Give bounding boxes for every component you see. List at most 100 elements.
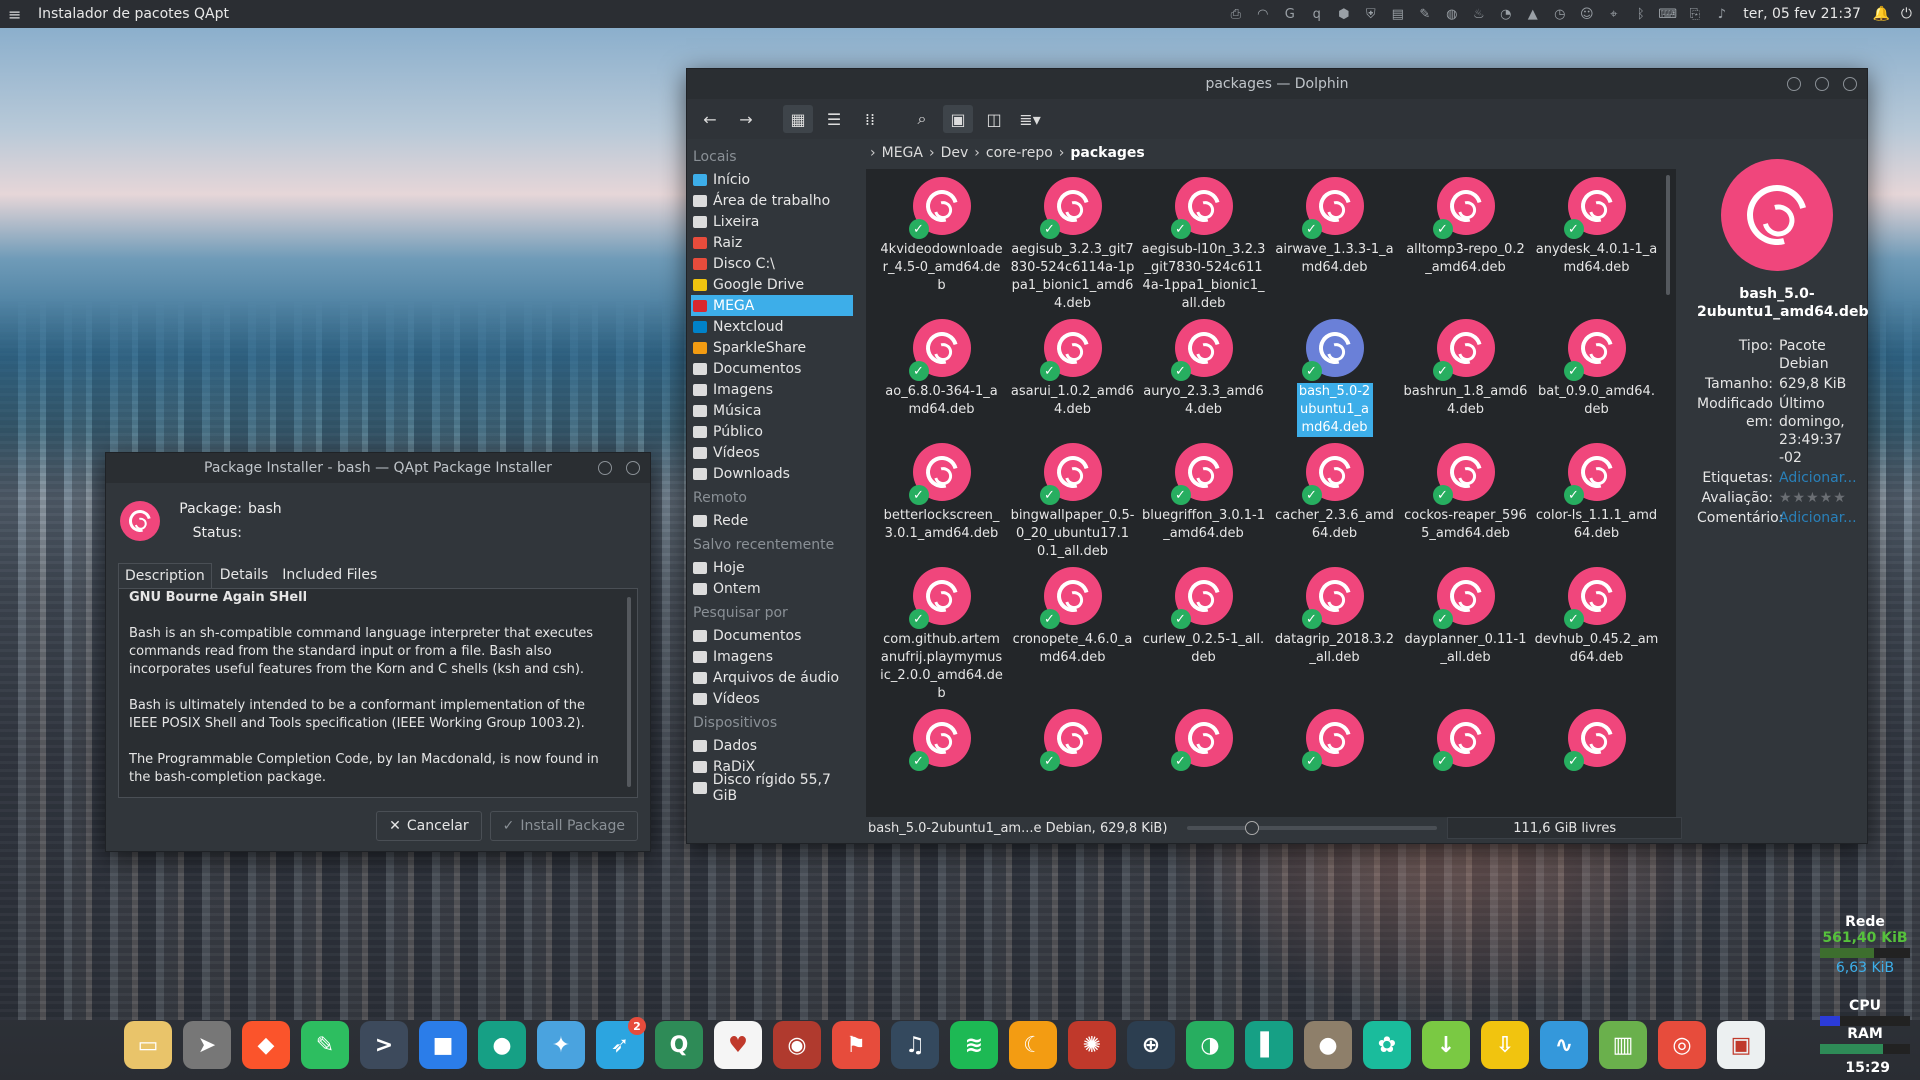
qb-icon[interactable]: q <box>1303 7 1330 22</box>
zoom-slider-knob[interactable] <box>1245 821 1260 835</box>
file-item[interactable]: ✓ ao_6.8.0-364-1_amd64.deb <box>876 319 1007 437</box>
file-item[interactable]: ✓ bashrun_1.8_amd64.deb <box>1400 319 1531 437</box>
zoom-slider[interactable] <box>1187 821 1438 835</box>
places-item[interactable]: Downloads <box>691 463 857 484</box>
clip-icon[interactable]: ⎘ <box>1681 7 1708 22</box>
places-item[interactable]: Lixeira <box>691 211 857 232</box>
places-item[interactable]: Início <box>691 169 857 190</box>
close-button[interactable] <box>1843 77 1857 91</box>
file-item[interactable]: ✓ <box>1400 709 1531 773</box>
breadcrumb-item[interactable]: MEGA <box>882 145 923 161</box>
cube-app-icon[interactable]: ■ <box>419 1021 467 1069</box>
tab-included-files[interactable]: Included Files <box>276 563 383 588</box>
qapt-help-button[interactable] <box>598 461 612 475</box>
terminal-app-icon[interactable]: > <box>360 1021 408 1069</box>
icons-view-icon[interactable]: ▦ <box>783 105 813 133</box>
file-item[interactable]: ✓ auryo_2.3.3_amd64.deb <box>1138 319 1269 437</box>
maximize-button[interactable] <box>1815 77 1829 91</box>
g-icon[interactable]: G <box>1276 7 1303 22</box>
bluetooth-icon[interactable]: ᛒ <box>1627 7 1654 22</box>
file-item[interactable]: ✓ dayplanner_0.11-1_all.deb <box>1400 567 1531 703</box>
discord-app-icon[interactable]: ● <box>478 1021 526 1069</box>
telegram-app-icon[interactable]: ➶ 2 <box>596 1017 646 1069</box>
qbittorrent-app-icon[interactable]: Q <box>655 1021 703 1069</box>
cancel-button[interactable]: ✕ Cancelar <box>376 811 482 841</box>
places-item[interactable]: Vídeos <box>691 442 857 463</box>
pen-icon[interactable]: ✎ <box>1411 7 1438 22</box>
forward-arrow-icon[interactable]: → <box>731 105 761 133</box>
places-item[interactable]: Público <box>691 421 857 442</box>
icon-view[interactable]: ✓ 4kvideodownloader_4.5-0_amd64.deb ✓ aegis… <box>866 169 1676 817</box>
menu-icon[interactable]: ≣▾ <box>1015 105 1045 133</box>
file-item[interactable]: ✓ alltomp3-repo_0.2_amd64.deb <box>1400 177 1531 313</box>
file-item[interactable]: ✓ bat_0.9.0_amd64.deb <box>1531 319 1662 437</box>
help-app-icon[interactable]: ◎ <box>1658 1021 1706 1069</box>
places-item[interactable]: Disco C:\ <box>691 253 857 274</box>
places-item[interactable]: Arquivos de áudio <box>691 667 857 688</box>
brave-app-icon[interactable]: ◆ <box>242 1021 290 1069</box>
places-item[interactable]: Imagens <box>691 379 857 400</box>
file-item[interactable]: ✓ datagrip_2018.3.2_all.deb <box>1269 567 1400 703</box>
vertical-scrollbar[interactable] <box>1666 175 1670 295</box>
places-item[interactable]: Música <box>691 400 857 421</box>
file-item[interactable]: ✓ asarui_1.0.2_amd64.deb <box>1007 319 1138 437</box>
places-item[interactable]: Documentos <box>691 625 857 646</box>
shield-icon[interactable]: ⛨ <box>1357 7 1384 22</box>
search-icon[interactable]: ⌕ <box>907 105 937 133</box>
headphones-app-icon[interactable]: ♫ <box>891 1021 939 1069</box>
browser-app-icon[interactable]: ◑ <box>1186 1021 1234 1069</box>
power-icon[interactable]: ⏻ <box>1901 6 1912 22</box>
file-item[interactable]: ✓ 4kvideodownloader_4.5-0_amd64.deb <box>876 177 1007 313</box>
drive-icon[interactable]: ▲ <box>1519 7 1546 22</box>
file-item[interactable]: ✓ betterlockscreen_3.0.1_amd64.deb <box>876 443 1007 561</box>
file-item[interactable]: ✓ com.github.artemanufrij.playmymusic_2.0… <box>876 567 1007 703</box>
places-item[interactable]: Disco rígido 55,7 GiB <box>691 772 857 804</box>
qapt-titlebar[interactable]: Package Installer - bash — QApt Package … <box>106 453 650 483</box>
file-item[interactable]: ✓ color-ls_1.1.1_amd64.deb <box>1531 443 1662 561</box>
split-view-icon[interactable]: ◫ <box>979 105 1009 133</box>
file-item[interactable]: ✓ aegisub_3.2.3_git7830-524c6114a-1ppa1_b… <box>1007 177 1138 313</box>
flag-app-icon[interactable]: ⚑ <box>832 1021 880 1069</box>
monitor-app-icon[interactable]: ∿ <box>1540 1021 1588 1069</box>
mortal-app-icon[interactable]: ◉ <box>773 1021 821 1069</box>
qapt-close-button[interactable] <box>626 461 640 475</box>
launcher-app-icon[interactable]: ➤ <box>183 1021 231 1069</box>
breadcrumb-item[interactable]: packages <box>1070 145 1144 161</box>
places-item[interactable]: SparkleShare <box>691 337 857 358</box>
details-view-icon[interactable]: ☰ <box>819 105 849 133</box>
add-comment-link[interactable]: Adicionar... <box>1779 509 1857 527</box>
hamburger-menu-icon[interactable]: ≡ <box>8 5 26 24</box>
face-icon[interactable]: ☺ <box>1573 7 1600 22</box>
back-arrow-icon[interactable]: ← <box>695 105 725 133</box>
places-item[interactable]: Imagens <box>691 646 857 667</box>
minimize-button[interactable] <box>1787 77 1801 91</box>
description-text[interactable]: GNU Bourne Again SHell Bash is an sh-com… <box>118 588 638 798</box>
download-app-icon[interactable]: ↓ <box>1422 1021 1470 1069</box>
file-item[interactable]: ✓ <box>1138 709 1269 773</box>
clock-icon[interactable]: ◷ <box>1546 7 1573 22</box>
trash-app-icon[interactable]: ▥ <box>1599 1021 1647 1069</box>
file-item[interactable]: ✓ devhub_0.45.2_amd64.deb <box>1531 567 1662 703</box>
doc-icon[interactable]: ▤ <box>1384 7 1411 22</box>
fire-icon[interactable]: ♨ <box>1465 7 1492 22</box>
chat-icon[interactable]: ◔ <box>1492 7 1519 22</box>
file-item[interactable]: ✓ curlew_0.2.5-1_all.deb <box>1138 567 1269 703</box>
places-item[interactable]: Área de trabalho <box>691 190 857 211</box>
tab-details[interactable]: Details <box>214 563 275 588</box>
description-scrollbar[interactable] <box>627 597 631 787</box>
places-item[interactable]: Google Drive <box>691 274 857 295</box>
places-item[interactable]: MEGA <box>691 295 853 316</box>
evernote-app-icon[interactable]: ✎ <box>301 1021 349 1069</box>
places-item[interactable]: Documentos <box>691 358 857 379</box>
tab-description[interactable]: Description <box>118 563 212 588</box>
network-app-icon[interactable]: ✺ <box>1068 1021 1116 1069</box>
panel-clock[interactable]: ter, 05 fev 21:37 <box>1743 6 1861 22</box>
gear-app-icon[interactable]: ✿ <box>1363 1021 1411 1069</box>
places-item[interactable]: Ontem <box>691 578 857 599</box>
file-item[interactable]: ✓ <box>876 709 1007 773</box>
file-item[interactable]: ✓ anydesk_4.0.1-1_amd64.deb <box>1531 177 1662 313</box>
file-item[interactable]: ✓ cronopete_4.6.0_amd64.deb <box>1007 567 1138 703</box>
dolphin-titlebar[interactable]: packages — Dolphin <box>687 69 1867 99</box>
bag-app-icon[interactable]: ▣ <box>1717 1021 1765 1069</box>
file-item[interactable]: ✓ bluegriffon_3.0.1-1_amd64.deb <box>1138 443 1269 561</box>
